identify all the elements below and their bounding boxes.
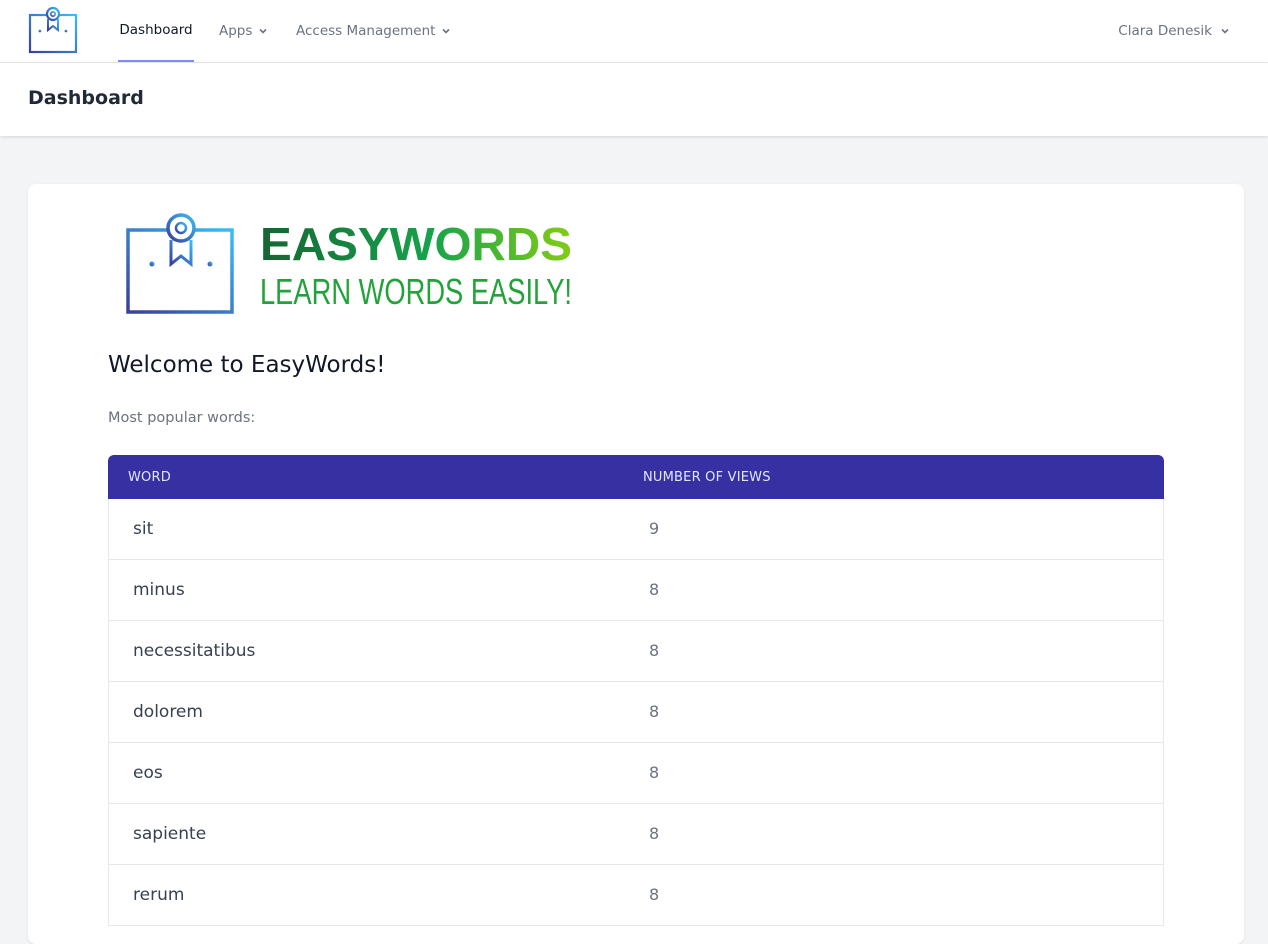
nav-access-management-label: Access Management bbox=[296, 23, 436, 39]
word-cell: dolorem bbox=[133, 702, 203, 722]
brand-tagline: LEARN WORDS EASILY! bbox=[260, 271, 572, 312]
popular-words-label: Most popular words: bbox=[108, 410, 256, 426]
chevron-down-icon bbox=[441, 26, 451, 36]
column-header-word: WORD bbox=[128, 469, 171, 485]
table-row: sit 9 bbox=[108, 499, 1164, 560]
table-row: minus 8 bbox=[108, 560, 1164, 621]
welcome-heading: Welcome to EasyWords! bbox=[108, 352, 386, 378]
user-name: Clara Denesik bbox=[1118, 23, 1212, 39]
views-cell: 8 bbox=[649, 824, 660, 843]
table-body: sit 9 minus 8 necessitatibus 8 dolorem 8 eos 8 sap… bbox=[108, 499, 1164, 926]
table-row: eos 8 bbox=[108, 743, 1164, 804]
chevron-down-icon bbox=[1220, 26, 1230, 36]
views-cell: 8 bbox=[649, 885, 660, 904]
views-cell: 9 bbox=[649, 519, 660, 538]
top-navigation: Dashboard Apps Access Management Clara D… bbox=[0, 0, 1268, 63]
brand-name: EASYWORDS bbox=[260, 218, 572, 270]
dashboard-card: EASYWORDS LEARN WORDS EASILY! Welcome to… bbox=[28, 184, 1244, 944]
word-cell: rerum bbox=[133, 885, 185, 905]
table-row: dolorem 8 bbox=[108, 682, 1164, 743]
table-row: necessitatibus 8 bbox=[108, 621, 1164, 682]
easywords-logo: EASYWORDS LEARN WORDS EASILY! bbox=[126, 213, 572, 314]
popular-words-table: WORD NUMBER OF VIEWS sit 9 minus 8 necessita… bbox=[108, 455, 1164, 926]
chevron-down-icon bbox=[258, 26, 268, 36]
nav-access-management-dropdown[interactable]: Access Management bbox=[296, 0, 451, 62]
nav-dashboard-label: Dashboard bbox=[119, 22, 193, 38]
user-menu-dropdown[interactable]: Clara Denesik bbox=[1118, 0, 1230, 62]
views-cell: 8 bbox=[649, 763, 660, 782]
table-header: WORD NUMBER OF VIEWS bbox=[108, 455, 1164, 499]
table-row: sapiente 8 bbox=[108, 804, 1164, 865]
word-cell: eos bbox=[133, 763, 163, 783]
word-cell: minus bbox=[133, 580, 185, 600]
views-cell: 8 bbox=[649, 580, 660, 599]
views-cell: 8 bbox=[649, 641, 660, 660]
word-cell: necessitatibus bbox=[133, 641, 256, 661]
column-header-views: NUMBER OF VIEWS bbox=[643, 469, 771, 485]
word-cell: sapiente bbox=[133, 824, 207, 844]
nav-apps-dropdown[interactable]: Apps bbox=[219, 0, 268, 62]
certificate-icon bbox=[126, 213, 234, 314]
page-title: Dashboard bbox=[28, 87, 144, 109]
table-row: rerum 8 bbox=[108, 865, 1164, 926]
app-logo-icon[interactable] bbox=[28, 6, 78, 54]
page-header: Dashboard bbox=[0, 63, 1268, 136]
nav-dashboard[interactable]: Dashboard bbox=[118, 0, 194, 62]
word-cell: sit bbox=[133, 519, 154, 539]
views-cell: 8 bbox=[649, 702, 660, 721]
nav-apps-label: Apps bbox=[219, 23, 253, 39]
